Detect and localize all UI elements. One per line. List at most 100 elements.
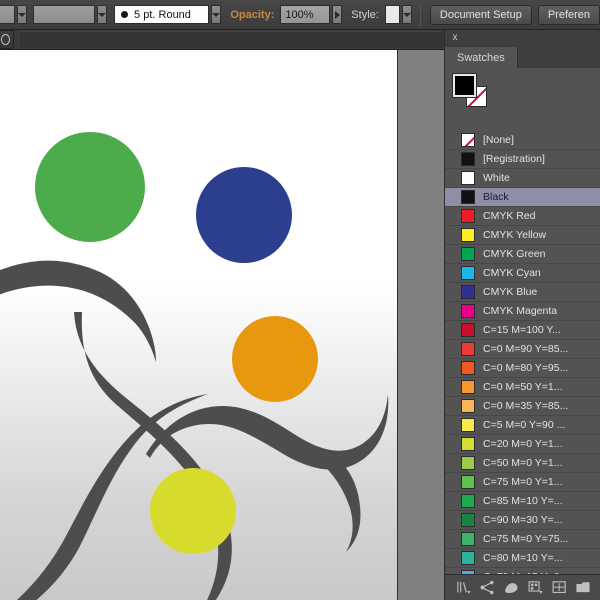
brush-label: 5 pt. Round — [134, 8, 191, 21]
brush-definition-field[interactable] — [33, 5, 95, 24]
brush-preset-dropdown[interactable] — [211, 5, 222, 24]
swatch-row[interactable]: C=80 M=10 Y=... — [445, 549, 600, 568]
swatch-name: C=85 M=10 Y=... — [483, 495, 563, 507]
swatch-name: C=0 M=90 Y=85... — [483, 343, 569, 355]
swatch-row[interactable]: C=75 M=0 Y=1... — [445, 473, 600, 492]
stroke-weight-field[interactable] — [0, 5, 15, 24]
panel-tab-row: Swatches — [445, 47, 600, 68]
circle-blue[interactable] — [196, 167, 292, 263]
swatch-name: CMYK Magenta — [483, 305, 558, 317]
swatch-row[interactable]: White — [445, 169, 600, 188]
style-label: Style: — [351, 8, 379, 21]
swatch-color-chip — [461, 456, 475, 470]
swatch-color-chip — [461, 532, 475, 546]
stroke-path-center — [74, 312, 232, 600]
swatch-row[interactable]: [None] — [445, 131, 600, 150]
brush-definition-dropdown[interactable] — [96, 5, 108, 24]
swatch-color-chip — [461, 209, 475, 223]
tab-swatches[interactable]: Swatches — [445, 47, 518, 68]
delete-swatch-icon[interactable] — [575, 579, 592, 596]
swatch-color-chip — [461, 228, 475, 242]
play-right-icon — [334, 10, 340, 19]
swatch-color-chip — [461, 380, 475, 394]
swatch-row[interactable]: C=75 M=0 Y=75... — [445, 530, 600, 549]
fill-swatch[interactable] — [452, 73, 477, 98]
canvas-area[interactable] — [0, 50, 444, 600]
opacity-input[interactable]: 100% — [280, 5, 330, 24]
swatch-row[interactable]: CMYK Yellow — [445, 226, 600, 245]
swatch-color-chip — [461, 361, 475, 375]
new-swatch-icon[interactable] — [551, 579, 568, 596]
swatches-panel: x Swatches [None] [Registration] White Blac… — [444, 30, 600, 600]
swatch-color-chip — [461, 171, 475, 185]
swatch-color-chip — [461, 323, 475, 337]
round-brush-icon — [121, 11, 129, 18]
chevron-down-icon — [212, 12, 221, 17]
swatch-name: CMYK Green — [483, 248, 546, 260]
opacity-stepper[interactable] — [331, 5, 343, 24]
stroke-path-right-hook — [320, 456, 361, 552]
swatch-row[interactable]: C=20 M=0 Y=1... — [445, 435, 600, 454]
swatch-name: [Registration] — [483, 153, 545, 165]
swatch-row[interactable]: [Registration] — [445, 150, 600, 169]
toolbar-divider — [419, 3, 421, 26]
swatch-row[interactable]: Black — [445, 188, 600, 207]
swatch-name: [None] — [483, 134, 514, 146]
control-bar: 5 pt. Round Opacity: 100% Style: Documen… — [0, 0, 600, 30]
swatch-row[interactable]: CMYK Blue — [445, 283, 600, 302]
swatch-name: CMYK Yellow — [483, 229, 547, 241]
swatch-color-chip — [461, 494, 475, 508]
circle-green[interactable] — [35, 132, 145, 242]
swatch-row[interactable]: CMYK Cyan — [445, 264, 600, 283]
swatch-row[interactable]: C=0 M=90 Y=85... — [445, 340, 600, 359]
swatch-row[interactable]: C=5 M=0 Y=90 ... — [445, 416, 600, 435]
fill-stroke-indicator[interactable] — [452, 73, 489, 107]
panel-footer — [445, 574, 600, 600]
color-group-icon[interactable] — [503, 579, 520, 596]
close-icon[interactable]: x — [449, 32, 461, 44]
swatch-row[interactable]: C=0 M=50 Y=1... — [445, 378, 600, 397]
artwork-layer — [0, 132, 389, 600]
preferences-button[interactable]: Preferen — [537, 4, 600, 25]
circle-orange[interactable] — [232, 316, 318, 402]
swatch-color-chip — [461, 190, 475, 204]
swatch-color-chip — [461, 304, 475, 318]
swatch-name: White — [483, 172, 510, 184]
chevron-down-icon — [402, 12, 411, 17]
swatch-row[interactable]: C=0 M=80 Y=95... — [445, 359, 600, 378]
brush-preview-box[interactable]: 5 pt. Round — [114, 5, 210, 24]
swatch-row[interactable]: C=85 M=10 Y=... — [445, 492, 600, 511]
style-dropdown[interactable] — [401, 5, 412, 24]
swatch-list[interactable]: [None] [Registration] White Black CMYK Red CM… — [445, 131, 600, 600]
document-tab[interactable] — [0, 30, 14, 49]
document-icon — [1, 34, 10, 45]
show-swatch-kinds-icon[interactable] — [479, 579, 496, 596]
new-color-group-icon[interactable] — [527, 579, 544, 596]
artboard[interactable] — [0, 50, 398, 600]
opacity-value: 100% — [285, 8, 314, 21]
swatch-name: C=0 M=50 Y=1... — [483, 381, 563, 393]
circle-yellow[interactable] — [150, 468, 236, 554]
swatch-row[interactable]: CMYK Red — [445, 207, 600, 226]
stroke-path-top-left — [0, 260, 156, 362]
stroke-weight-dropdown[interactable] — [17, 5, 28, 24]
panel-title-bar: x — [445, 30, 600, 47]
swatch-color-chip — [461, 475, 475, 489]
swatch-name: C=0 M=35 Y=85... — [483, 400, 569, 412]
chevron-down-icon — [97, 12, 106, 17]
swatch-color-chip — [461, 399, 475, 413]
swatch-row[interactable]: CMYK Magenta — [445, 302, 600, 321]
opacity-label[interactable]: Opacity: — [230, 9, 274, 21]
swatch-row[interactable]: C=15 M=100 Y... — [445, 321, 600, 340]
swatch-row[interactable]: C=0 M=35 Y=85... — [445, 397, 600, 416]
swatch-color-chip — [461, 513, 475, 527]
swatch-row[interactable]: C=90 M=30 Y=... — [445, 511, 600, 530]
swatch-libraries-icon[interactable] — [455, 579, 472, 596]
style-swatch[interactable] — [384, 5, 400, 24]
swatch-name: CMYK Cyan — [483, 267, 541, 279]
swatch-row[interactable]: C=50 M=0 Y=1... — [445, 454, 600, 473]
document-setup-button[interactable]: Document Setup — [429, 4, 532, 25]
document-tab-strip — [20, 31, 443, 48]
swatch-row[interactable]: CMYK Green — [445, 245, 600, 264]
swatch-color-chip — [461, 285, 475, 299]
